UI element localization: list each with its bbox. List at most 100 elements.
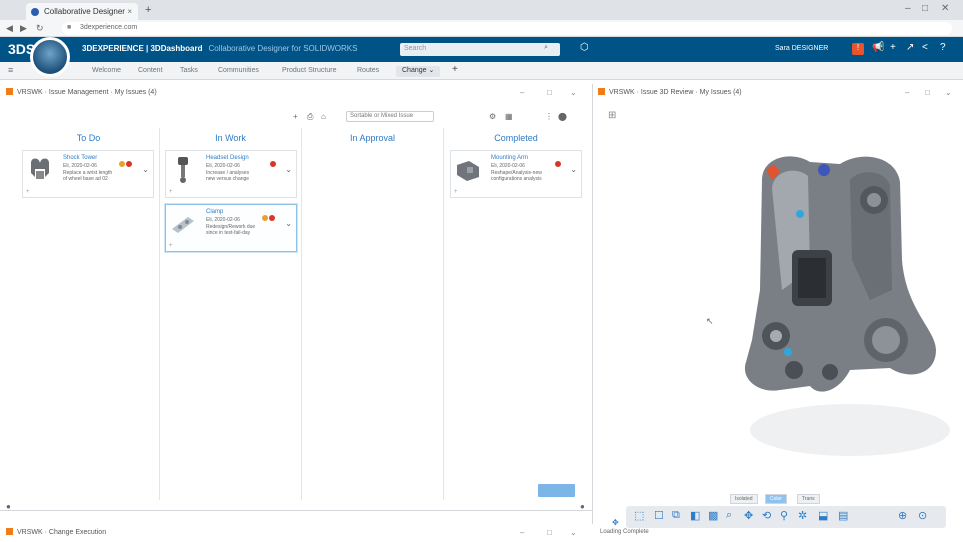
search-icon[interactable]: ⌕ [544,44,548,52]
card-menu-icon[interactable]: ⌄ [142,165,149,174]
scroll-right-icon[interactable]: ● [580,502,585,511]
help-icon[interactable]: ? [940,42,946,53]
share-icon[interactable]: ↗ [906,42,914,53]
view-mode-color[interactable]: Color [765,494,787,504]
tab-change[interactable]: Change ⌄ [396,66,441,77]
collapse-icon[interactable]: < [922,42,928,53]
minimize-button[interactable]: – [905,3,911,14]
new-tab-button[interactable]: + [145,4,151,16]
grid-view-icon[interactable]: ▦ [505,112,513,124]
browser-tab[interactable]: Collaborative Designer × [26,3,138,20]
board-action-button[interactable] [538,484,575,497]
issue-title[interactable]: Headset Design [206,155,249,161]
issue-title[interactable]: Shock Tower [63,155,97,161]
issue-description: new versus change [206,176,250,182]
tab-product-structure[interactable]: Product Structure [282,67,336,74]
view-mode-trans[interactable]: Trans [797,494,820,504]
zoom-tool-icon[interactable]: ⌕ [726,509,732,522]
notification-icon[interactable]: ! [852,43,864,55]
address-bar-row: ◀ ▶ ↻ ■ 3dexperience.com [0,20,963,37]
issue-filter-select[interactable]: Sortable or Mixed Issue [346,111,434,122]
issue-card[interactable]: Clamp Eli, 2020-02-06 Redesign/Rework du… [165,204,297,252]
print-icon[interactable]: ⎙ [307,112,313,124]
search-input[interactable]: Search ⌕ [400,43,560,56]
card-expand-icon[interactable]: + [169,189,173,195]
forward-button[interactable]: ▶ [20,23,27,34]
properties-tool-icon[interactable]: ▤ [838,509,848,522]
panel-menu-button[interactable]: ⌄ [570,88,577,97]
home-icon[interactable]: ⌂ [321,112,326,124]
3d-model-viewport[interactable] [700,140,950,460]
add-icon[interactable]: + [890,42,896,53]
close-window-button[interactable]: ✕ [941,3,949,14]
card-menu-icon[interactable]: ⌄ [570,165,577,174]
severity-flag-icon [269,215,275,221]
dashboard-menu-icon[interactable]: ≡ [8,65,13,75]
add-tab-button[interactable]: + [452,64,458,75]
issue-management-title: VRSWK · Issue Management · My Issues (4) [6,88,157,102]
issue-title[interactable]: Clamp [206,209,223,215]
fit-tool-icon[interactable]: ⬓ [818,509,828,522]
tab-tasks[interactable]: Tasks [180,67,198,74]
panel-maximize-button[interactable]: □ [547,88,552,97]
copy-tool-icon[interactable]: ⧉ [672,509,680,522]
card-expand-icon[interactable]: + [26,189,30,195]
user-name[interactable]: Sara DESIGNER [775,45,828,52]
compass-icon[interactable] [30,37,70,77]
app-icon [598,88,605,95]
box-tool-icon[interactable]: ☐ [654,509,664,522]
tags-icon[interactable]: ⬡ [580,42,589,53]
select-tool-icon[interactable]: ⬚ [634,509,644,522]
panel-minimize-button[interactable]: – [905,88,909,97]
panel-maximize-button[interactable]: □ [925,88,930,97]
card-expand-icon[interactable]: + [454,189,458,195]
render-tool-icon[interactable]: ▩ [708,509,718,522]
issue-card[interactable]: Mounting Arm Eli, 2020-02-06 Reshape/Ana… [450,150,582,198]
panel-minimize-button[interactable]: – [520,528,524,537]
announce-icon[interactable]: 📢 [872,42,884,53]
issue-3d-review-title: VRSWK · Issue 3D Review · My Issues (4) [598,88,742,102]
browser-tabbar: Collaborative Designer × + – □ ✕ [0,0,963,20]
card-menu-icon[interactable]: ⌄ [285,219,292,228]
section-tool-icon[interactable]: ◧ [690,509,700,522]
card-menu-icon[interactable]: ⌄ [285,165,292,174]
maximize-button[interactable]: □ [922,3,928,14]
measure-tool-icon[interactable]: ⚲ [780,509,788,522]
issue-card[interactable]: Shock Tower Eli, 2020-02-06 Replace a wr… [22,150,154,198]
tree-toggle-icon[interactable]: ⊞ [608,110,616,121]
app-header: 3DS 3DEXPERIENCE | 3DDashboard Collaborat… [0,37,963,62]
more-options-icon[interactable]: ⋮ [545,112,553,124]
rotate-tool-icon[interactable]: ⟲ [762,509,771,522]
issue-card[interactable]: Headset Design Eli, 2020-02-06 Increase … [165,150,297,198]
zoom-in-icon[interactable]: ⊕ [898,509,907,522]
card-expand-icon[interactable]: + [169,243,173,249]
pan-tool-icon[interactable]: ✥ [744,509,753,522]
panel-maximize-button[interactable]: □ [547,528,552,537]
reload-button[interactable]: ↻ [36,23,44,34]
tab-close-icon[interactable]: × [127,7,132,16]
tab-content[interactable]: Content [138,67,163,74]
lock-icon: ■ [67,24,72,31]
add-issue-button[interactable]: + [293,112,298,124]
tab-routes[interactable]: Routes [357,67,379,74]
severity-flag-icon [555,161,561,167]
compass-mini-icon[interactable]: ✥ [612,518,619,527]
back-button[interactable]: ◀ [6,23,13,34]
explode-tool-icon[interactable]: ✲ [798,509,807,522]
url-field[interactable]: ■ 3dexperience.com [62,22,952,35]
scroll-left-icon[interactable]: ● [6,502,11,511]
view-mode-isolated[interactable]: Isolated [730,494,758,504]
issue-owner: Eli, 2020-02-06 [63,163,97,169]
avatar[interactable]: ⬤ [558,112,567,124]
priority-flag-icon [262,215,268,221]
reset-view-icon[interactable]: ⊙ [918,509,927,522]
panel-splitter[interactable] [592,84,593,524]
settings-icon[interactable]: ⚙ [489,112,496,124]
tab-communities[interactable]: Communities [218,67,259,74]
panel-minimize-button[interactable]: – [520,88,524,97]
issue-title[interactable]: Mounting Arm [491,155,528,161]
panel-menu-button[interactable]: ⌄ [945,88,952,97]
panel-menu-button[interactable]: ⌄ [570,528,577,537]
tab-welcome[interactable]: Welcome [92,67,121,74]
panel-divider [0,510,592,511]
